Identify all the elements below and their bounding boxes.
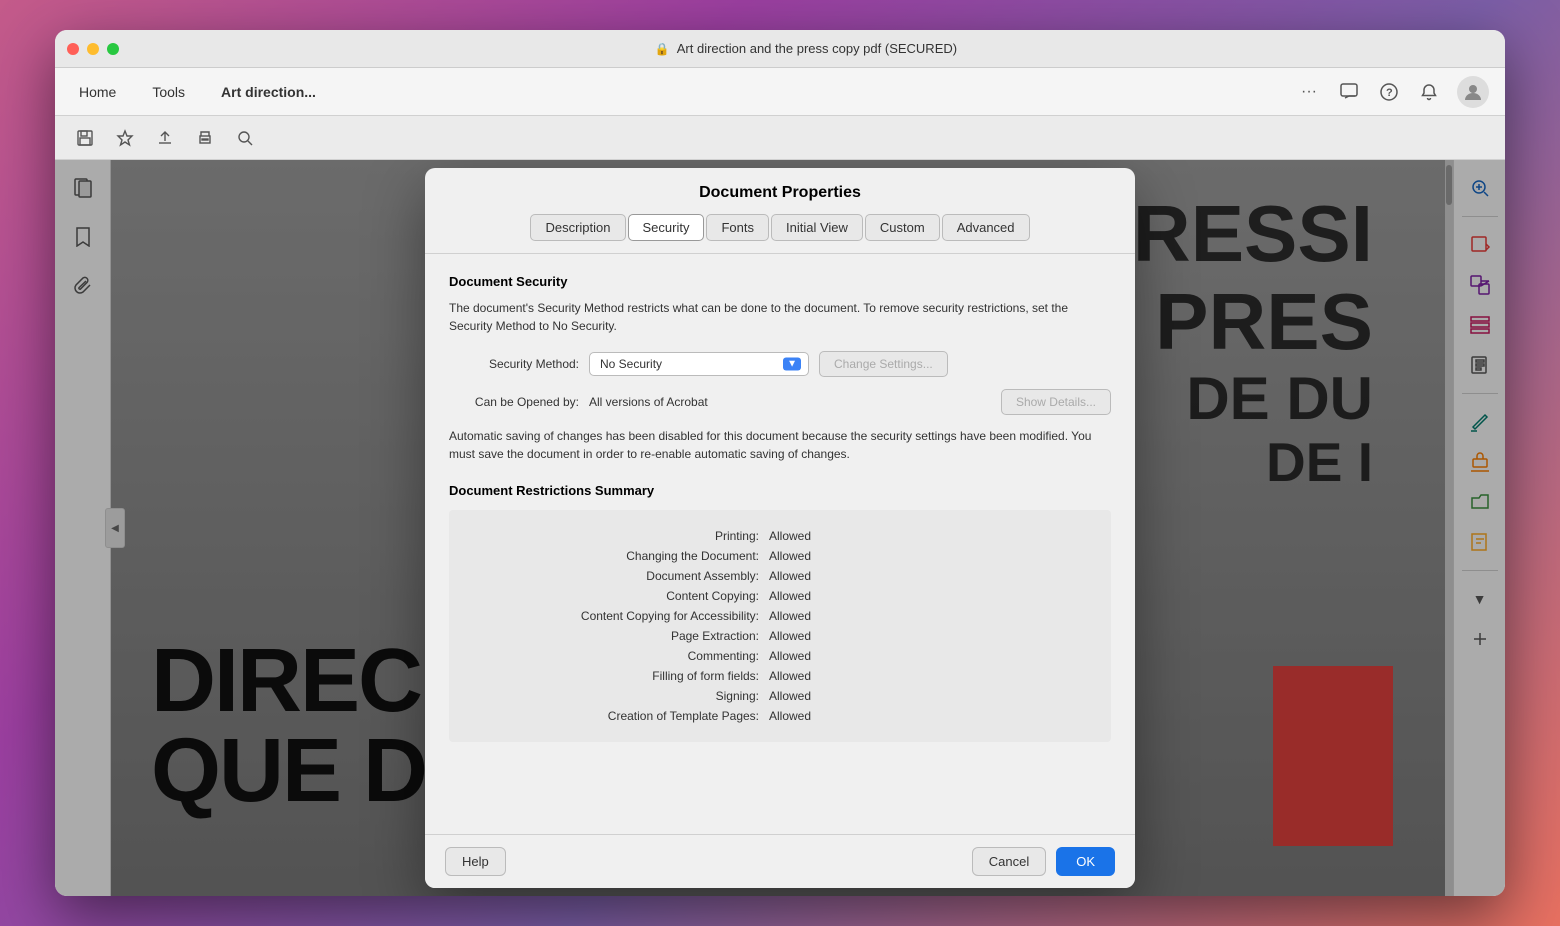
nav-tools[interactable]: Tools xyxy=(144,80,193,104)
document-properties-modal: Document Properties Description Security… xyxy=(425,168,1135,888)
security-method-select-wrapper: No Security Change Settings... xyxy=(589,351,948,377)
tab-initial-view[interactable]: Initial View xyxy=(771,214,863,241)
show-details-button[interactable]: Show Details... xyxy=(1001,389,1111,415)
more-options-icon[interactable]: ··· xyxy=(1297,80,1321,104)
star-icon[interactable] xyxy=(111,124,139,152)
modal-overlay: Document Properties Description Security… xyxy=(55,160,1505,896)
print-icon[interactable] xyxy=(191,124,219,152)
ok-button[interactable]: OK xyxy=(1056,847,1115,876)
maximize-button[interactable] xyxy=(107,43,119,55)
user-avatar[interactable] xyxy=(1457,76,1489,108)
save-icon[interactable] xyxy=(71,124,99,152)
security-method-label: Security Method: xyxy=(449,357,579,371)
security-section-desc: The document's Security Method restricts… xyxy=(449,299,1111,335)
help-button[interactable]: Help xyxy=(445,847,506,876)
traffic-lights xyxy=(67,43,119,55)
restriction-changing: Changing the Document: Allowed xyxy=(469,546,1091,566)
notification-icon[interactable] xyxy=(1417,80,1441,104)
window-title: 🔒 Art direction and the press copy pdf (… xyxy=(119,41,1493,56)
tab-description[interactable]: Description xyxy=(530,214,625,241)
app-toolbar: Home Tools Art direction... ··· ? xyxy=(55,68,1505,116)
nav-home[interactable]: Home xyxy=(71,80,124,104)
security-method-row: Security Method: No Security Change Sett… xyxy=(449,351,1111,377)
main-layout: ◀ DIREC QUE D RESSI PRES DE DU DE I xyxy=(55,160,1505,896)
help-icon[interactable]: ? xyxy=(1377,80,1401,104)
restriction-printing: Printing: Allowed xyxy=(469,526,1091,546)
security-warning-text: Automatic saving of changes has been dis… xyxy=(449,427,1111,463)
restriction-assembly: Document Assembly: Allowed xyxy=(469,566,1091,586)
can-be-opened-label: Can be Opened by: xyxy=(449,395,579,409)
restriction-page-extraction: Page Extraction: Allowed xyxy=(469,626,1091,646)
modal-title: Document Properties xyxy=(425,168,1135,214)
security-section-title: Document Security xyxy=(449,274,1111,289)
restriction-template-pages: Creation of Template Pages: Allowed xyxy=(469,706,1091,726)
toolbar-icons-right: ··· ? xyxy=(1297,76,1489,108)
search-icon[interactable] xyxy=(231,124,259,152)
can-be-opened-value: All versions of Acrobat xyxy=(589,395,708,409)
app-nav: Home Tools Art direction... xyxy=(71,80,324,104)
app-window: 🔒 Art direction and the press copy pdf (… xyxy=(55,30,1505,896)
modal-body: Document Security The document's Securit… xyxy=(425,254,1135,834)
tab-custom[interactable]: Custom xyxy=(865,214,940,241)
security-method-select-container: No Security xyxy=(589,352,809,376)
close-button[interactable] xyxy=(67,43,79,55)
modal-tabs: Description Security Fonts Initial View … xyxy=(425,214,1135,254)
action-bar xyxy=(55,116,1505,160)
restrictions-section: Document Restrictions Summary Printing: … xyxy=(449,483,1111,742)
tab-advanced[interactable]: Advanced xyxy=(942,214,1030,241)
modal-footer: Help Cancel OK xyxy=(425,834,1135,888)
restriction-form-fields: Filling of form fields: Allowed xyxy=(469,666,1091,686)
svg-text:?: ? xyxy=(1386,87,1393,99)
tab-security[interactable]: Security xyxy=(628,214,705,241)
title-bar: 🔒 Art direction and the press copy pdf (… xyxy=(55,30,1505,68)
change-settings-button[interactable]: Change Settings... xyxy=(819,351,948,377)
footer-right-buttons: Cancel OK xyxy=(972,847,1115,876)
security-method-select[interactable]: No Security xyxy=(589,352,809,376)
upload-icon[interactable] xyxy=(151,124,179,152)
tab-fonts[interactable]: Fonts xyxy=(706,214,769,241)
can-be-opened-row: Can be Opened by: All versions of Acroba… xyxy=(449,389,1111,415)
restriction-commenting: Commenting: Allowed xyxy=(469,646,1091,666)
minimize-button[interactable] xyxy=(87,43,99,55)
nav-document[interactable]: Art direction... xyxy=(213,80,324,104)
cancel-button[interactable]: Cancel xyxy=(972,847,1046,876)
restrictions-title: Document Restrictions Summary xyxy=(449,483,1111,498)
restriction-accessibility: Content Copying for Accessibility: Allow… xyxy=(469,606,1091,626)
restriction-signing: Signing: Allowed xyxy=(469,686,1091,706)
restriction-content-copying: Content Copying: Allowed xyxy=(469,586,1091,606)
restrictions-table: Printing: Allowed Changing the Document:… xyxy=(449,510,1111,742)
comment-icon[interactable] xyxy=(1337,80,1361,104)
